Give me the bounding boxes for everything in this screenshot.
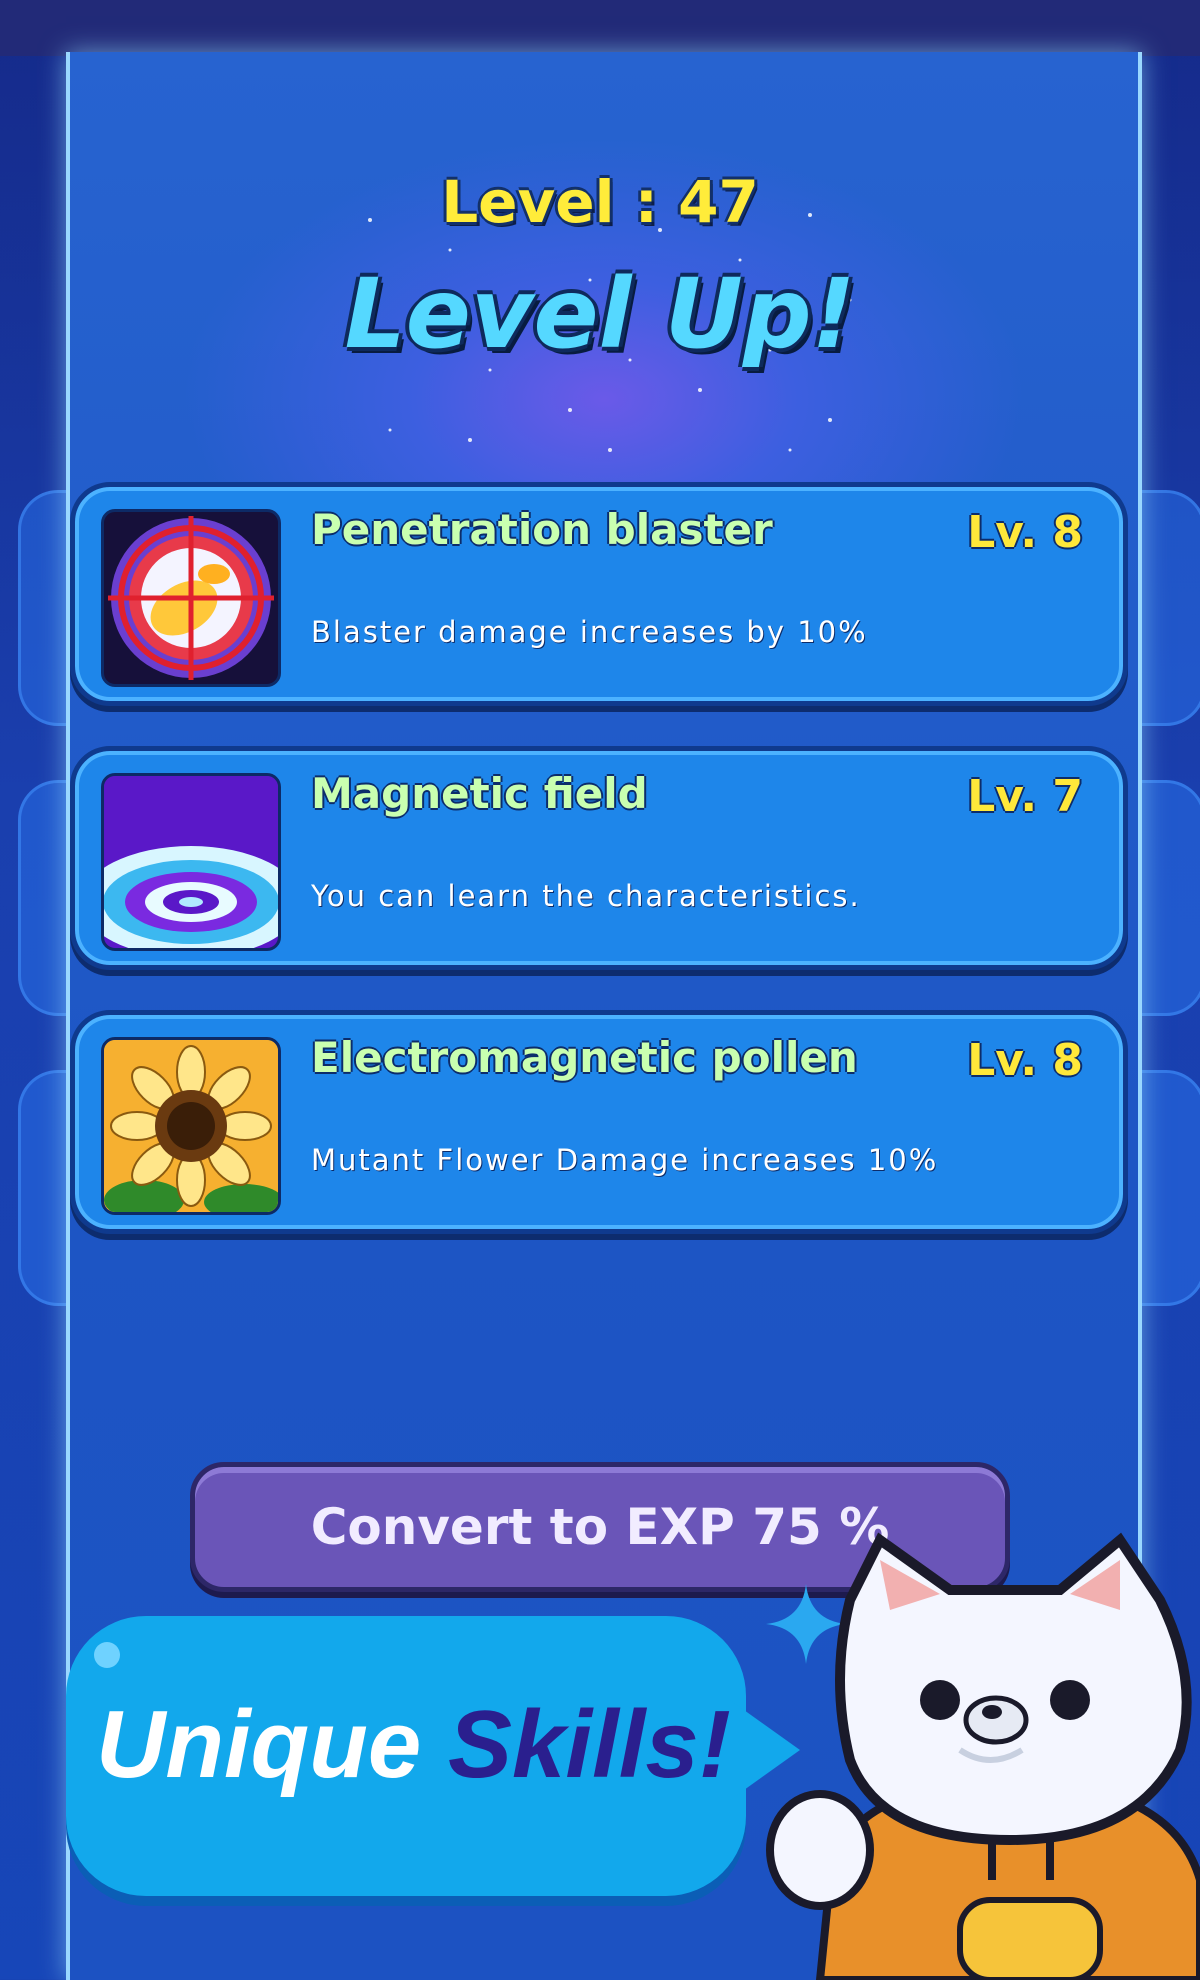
skill-card-magnetic-field[interactable]: Magnetic field Lv. 7 You can learn the c… [70,746,1128,970]
top-bar [0,0,1200,56]
promo-word-unique: Unique [96,1691,422,1798]
level-indicator: Level : 47 [441,168,759,236]
crosshair-rocket-icon [101,509,281,687]
skill-name: Magnetic field [311,769,648,818]
skill-description: Mutant Flower Damage increases 10% [311,1143,939,1177]
skill-level: Lv. 7 [967,771,1083,822]
cat-mascot-icon [766,1532,1200,1980]
skill-level: Lv. 8 [967,1035,1083,1086]
promo-word-skills: Skills! [447,1691,731,1798]
magnetic-rings-icon [101,773,281,951]
promo-tagline: Unique Skills! [96,1690,731,1800]
sunflower-icon [101,1037,281,1215]
skill-description: Blaster damage increases by 10% [311,615,868,649]
level-up-title: Level Up! [344,258,856,370]
skill-name: Penetration blaster [311,505,773,554]
skill-card-penetration-blaster[interactable]: Penetration blaster Lv. 8 Blaster damage… [70,482,1128,706]
skill-card-electromagnetic-pollen[interactable]: Electromagnetic pollen Lv. 8 Mutant Flow… [70,1010,1128,1234]
skill-description: You can learn the characteristics. [311,879,861,913]
bubble-highlight-dot [94,1642,120,1668]
skill-level: Lv. 8 [967,507,1083,558]
skill-name: Electromagnetic pollen [311,1033,858,1082]
